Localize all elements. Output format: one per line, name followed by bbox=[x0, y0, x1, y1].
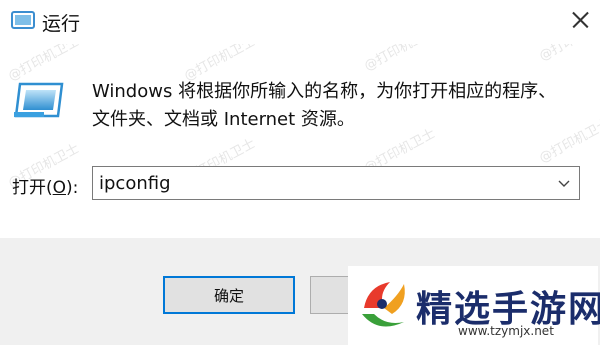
window-title: 运行 bbox=[42, 13, 81, 35]
description-line: 文件夹、文档或 Internet 资源。 bbox=[92, 109, 355, 130]
brand-logo-icon bbox=[354, 274, 410, 338]
title-bar: 运行 bbox=[0, 0, 600, 44]
close-icon[interactable] bbox=[560, 0, 600, 40]
open-label-prefix: 打开( bbox=[12, 178, 53, 198]
ok-button[interactable]: 确定 bbox=[163, 276, 295, 314]
open-label-suffix: ): bbox=[66, 178, 79, 198]
description-line: Windows 将根据你所输入的名称，为你打开相应的程序、 bbox=[92, 81, 557, 102]
open-combobox[interactable] bbox=[92, 166, 580, 200]
open-label-accelerator: O bbox=[52, 178, 67, 198]
brand-url: www.tzymjx.net bbox=[458, 324, 554, 338]
run-app-icon bbox=[11, 9, 35, 31]
open-input[interactable] bbox=[99, 171, 539, 195]
run-description: Windows 将根据你所输入的名称，为你打开相应的程序、 文件夹、文档或 In… bbox=[92, 78, 572, 134]
open-label: 打开(O): bbox=[12, 173, 78, 198]
chevron-down-icon[interactable] bbox=[557, 176, 571, 190]
run-icon bbox=[12, 80, 68, 120]
brand-watermark: 精选手游网 www.tzymjx.net bbox=[348, 266, 600, 345]
